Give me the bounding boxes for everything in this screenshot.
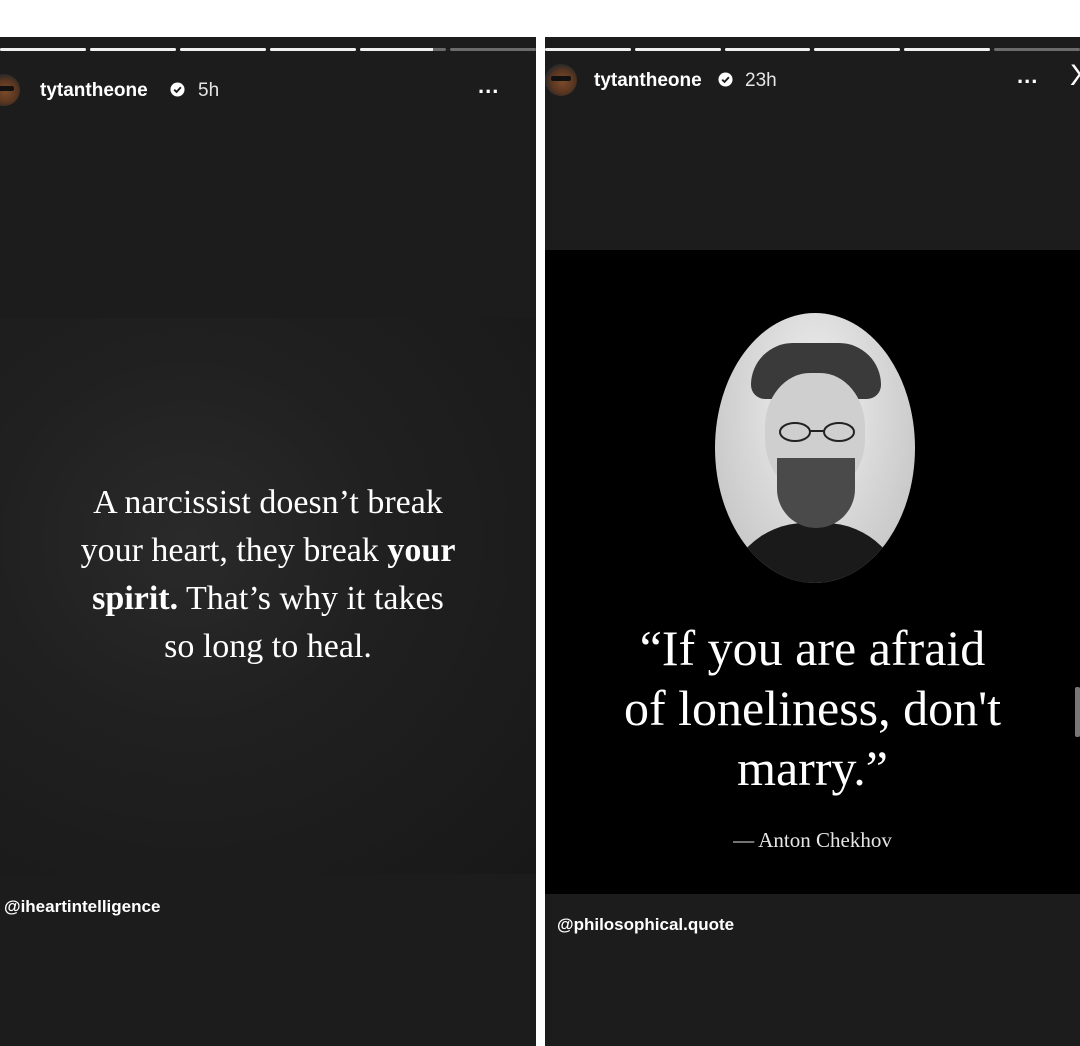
story-header: tytantheone 5h ... <box>0 73 536 107</box>
progress-fill <box>814 48 901 51</box>
avatar[interactable] <box>0 74 20 106</box>
progress-fill <box>904 48 991 51</box>
progress-fill <box>180 48 266 51</box>
progress-fill <box>90 48 176 51</box>
username[interactable]: tytantheone <box>594 70 702 92</box>
close-icon[interactable]: X <box>1070 59 1080 93</box>
quote-text: A narcissist doesn’t break your heart, t… <box>0 479 536 671</box>
source-handle[interactable]: @iheartintelligence <box>4 897 160 917</box>
more-options-icon[interactable]: ... <box>478 73 499 99</box>
story-progress-bar <box>545 48 1080 51</box>
portrait-coat <box>725 523 905 583</box>
avatar[interactable] <box>545 64 577 96</box>
portrait-beard <box>777 458 855 528</box>
progress-segment <box>450 48 536 51</box>
progress-segment <box>360 48 446 51</box>
source-handle[interactable]: @philosophical.quote <box>557 915 734 935</box>
verified-badge-icon <box>718 72 733 87</box>
post-time: 23h <box>745 70 777 91</box>
post-time: 5h <box>198 80 220 101</box>
username[interactable]: tytantheone <box>40 80 148 102</box>
quote-line: marry.” <box>737 740 888 796</box>
progress-segment <box>0 48 86 51</box>
progress-segment <box>904 48 991 51</box>
progress-segment <box>545 48 631 51</box>
progress-fill <box>0 48 86 51</box>
quote-line: of loneliness, don't <box>623 680 1002 736</box>
story-left[interactable]: tytantheone 5h ... A narcissist doesn’t … <box>0 37 536 1046</box>
quote-line: your heart, they break your <box>80 532 456 569</box>
quote-line: A narcissist doesn’t break <box>93 484 443 521</box>
more-options-icon[interactable]: ... <box>1017 63 1038 89</box>
progress-segment <box>180 48 266 51</box>
side-handle[interactable] <box>1075 687 1080 737</box>
quote-line: spirit. That’s why it takes <box>92 580 444 617</box>
story-right[interactable]: tytantheone 23h ... X “If you are afraid… <box>545 37 1080 1046</box>
progress-fill <box>545 48 631 51</box>
progress-segment <box>90 48 176 51</box>
verified-badge-icon <box>170 82 185 97</box>
progress-fill <box>270 48 356 51</box>
progress-segment <box>724 48 811 51</box>
progress-fill <box>724 48 811 51</box>
quote-line: “If you are afraid <box>639 620 986 676</box>
progress-segment <box>814 48 901 51</box>
quote-line: so long to heal. <box>164 628 372 665</box>
progress-fill <box>634 48 721 51</box>
quote-text: “If you are afraid of loneliness, don't … <box>545 618 1080 798</box>
portrait-glasses <box>779 422 855 442</box>
author-portrait <box>715 313 915 583</box>
progress-segment <box>270 48 356 51</box>
quote-author: — Anton Chekhov <box>733 828 892 852</box>
progress-fill <box>360 48 434 51</box>
story-progress-bar <box>0 48 536 51</box>
story-header: tytantheone 23h ... X <box>545 59 1080 97</box>
progress-segment <box>994 48 1080 51</box>
progress-segment <box>634 48 721 51</box>
